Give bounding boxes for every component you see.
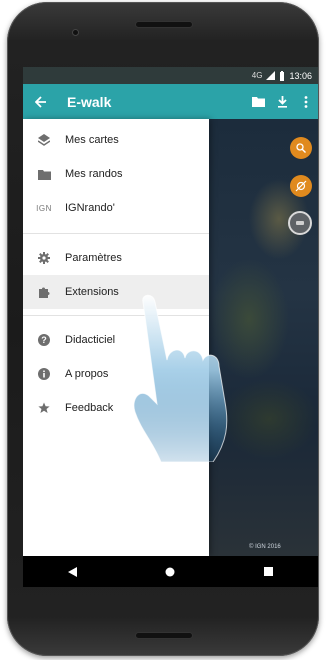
nav-recents-icon bbox=[264, 567, 274, 576]
drawer-item-mes-randos[interactable]: Mes randos bbox=[23, 157, 209, 191]
drawer-item-label: A propos bbox=[65, 368, 109, 380]
folder-icon bbox=[251, 97, 265, 107]
download-icon bbox=[277, 95, 287, 108]
drawer-item-label: Mes randos bbox=[65, 168, 123, 180]
drawer-item-label: Extensions bbox=[65, 286, 119, 298]
drawer-item-label: IGNrando' bbox=[65, 202, 115, 214]
back-button[interactable] bbox=[23, 84, 59, 119]
gear-icon bbox=[23, 252, 65, 264]
battery-icon bbox=[280, 70, 285, 81]
drawer-divider bbox=[23, 315, 209, 316]
info-icon bbox=[23, 368, 65, 380]
more-vertical-icon bbox=[304, 95, 308, 108]
app-bar: E-walk bbox=[23, 84, 318, 119]
compass-icon bbox=[296, 221, 304, 225]
puzzle-icon bbox=[23, 286, 65, 298]
nav-recents-button[interactable] bbox=[249, 556, 289, 587]
search-icon bbox=[296, 143, 306, 153]
layers-icon bbox=[23, 134, 65, 146]
drawer-item-feedback[interactable]: Feedback bbox=[23, 391, 209, 425]
bottom-speaker bbox=[136, 633, 192, 638]
nav-back-icon bbox=[67, 566, 77, 577]
drawer-item-ignrando[interactable]: IGN IGNrando' bbox=[23, 191, 209, 225]
location-off-icon bbox=[295, 180, 307, 192]
status-bar: 4G 13:06 bbox=[23, 67, 318, 84]
drawer-divider bbox=[23, 233, 209, 234]
location-button[interactable] bbox=[290, 175, 312, 197]
compass-button[interactable] bbox=[288, 211, 312, 235]
folder-button[interactable] bbox=[246, 84, 270, 119]
star-icon bbox=[23, 402, 65, 414]
drawer-item-didacticiel[interactable]: ? Didacticiel bbox=[23, 323, 209, 357]
search-map-button[interactable] bbox=[290, 137, 312, 159]
overflow-menu-button[interactable] bbox=[294, 84, 318, 119]
folder-icon bbox=[23, 169, 65, 180]
drawer-item-label: Didacticiel bbox=[65, 334, 116, 346]
map-credit: © IGN 2016 bbox=[249, 544, 281, 550]
app-title: E-walk bbox=[67, 93, 112, 110]
signal-icon bbox=[266, 71, 276, 80]
earpiece-speaker bbox=[136, 22, 192, 27]
system-navigation-bar bbox=[23, 556, 318, 587]
drawer-item-extensions[interactable]: Extensions bbox=[23, 275, 209, 309]
svg-text:?: ? bbox=[41, 335, 47, 345]
status-time: 13:06 bbox=[289, 70, 312, 81]
drawer-item-label: Mes cartes bbox=[65, 134, 119, 146]
drawer-item-label: Feedback bbox=[65, 402, 114, 414]
map-view[interactable]: © IGN 2016 bbox=[209, 119, 318, 556]
nav-back-button[interactable] bbox=[52, 556, 92, 587]
phone-screen: 4G 13:06 E-walk © IGN 2016 Mes cartes Me… bbox=[23, 67, 318, 587]
nav-home-icon bbox=[165, 567, 175, 576]
help-icon: ? bbox=[23, 334, 65, 346]
navigation-drawer: Mes cartes Mes randos IGN IGNrando' Para… bbox=[23, 119, 209, 556]
drawer-item-a-propos[interactable]: A propos bbox=[23, 357, 209, 391]
network-type-icon: 4G bbox=[251, 71, 263, 80]
drawer-item-parametres[interactable]: Paramètres bbox=[23, 241, 209, 275]
download-button[interactable] bbox=[270, 84, 294, 119]
drawer-item-label: Paramètres bbox=[65, 252, 122, 264]
front-camera bbox=[73, 30, 78, 35]
nav-home-button[interactable] bbox=[150, 556, 190, 587]
arrow-back-icon bbox=[35, 95, 46, 108]
ign-icon: IGN bbox=[23, 204, 65, 213]
drawer-item-mes-cartes[interactable]: Mes cartes bbox=[23, 123, 209, 157]
ign-icon-text: IGN bbox=[36, 203, 52, 213]
